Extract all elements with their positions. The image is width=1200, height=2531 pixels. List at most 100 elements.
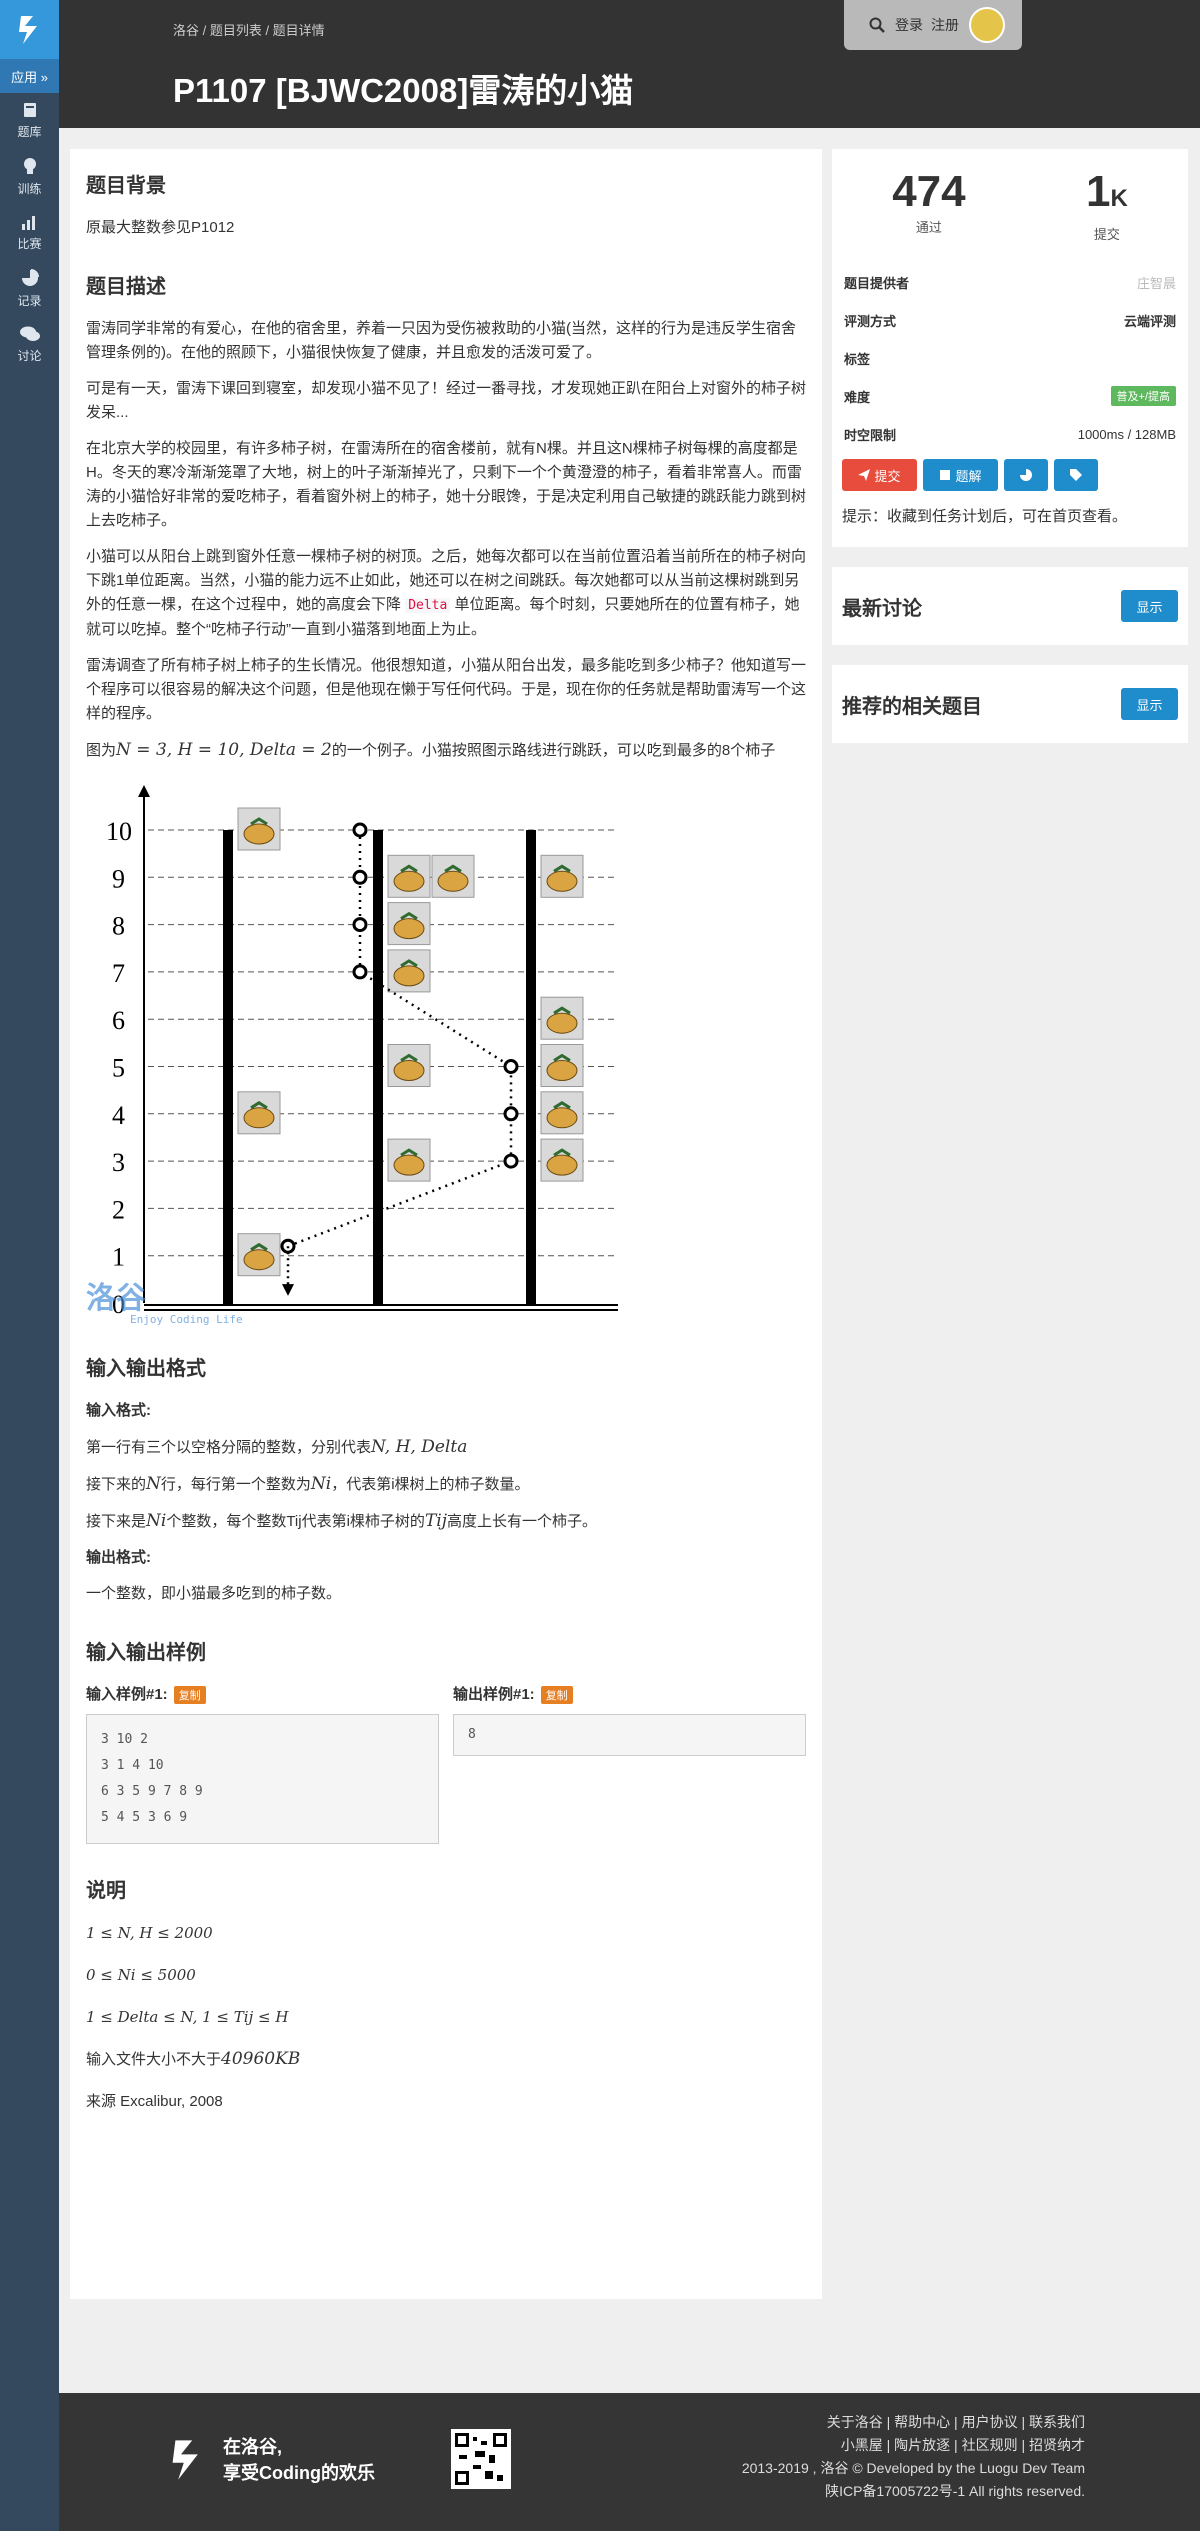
passed-label: 通过	[915, 220, 942, 235]
sidebar-item-label: 题库	[17, 125, 42, 139]
passed-count: 474	[892, 167, 966, 216]
info-row-limit: 时空限制 1000ms / 128MB	[832, 415, 1188, 453]
pie-chart-icon	[21, 269, 39, 286]
description-paragraph: 雷涛同学非常的有爱心，在他的宿舍里，养着一只因为受伤被救助的小猫(当然，这样的行…	[86, 320, 797, 361]
jump-point	[352, 917, 368, 933]
footer-copyright: 2013-2019 , 洛谷 © Developed by the Luogu …	[741, 2460, 1085, 2476]
persimmon	[243, 823, 275, 845]
info-value: 云端评测	[1123, 313, 1176, 329]
login-link[interactable]: 登录	[895, 15, 923, 35]
submit-count-value: 1	[1085, 167, 1111, 216]
math-expr: Ni	[146, 1511, 167, 1531]
footer: 在洛谷, 享受Coding的欢乐 关于洛谷 | 帮助中心 | 用户协议 | 联系我…	[59, 2393, 1200, 2531]
submit-button[interactable]: 提交	[842, 459, 917, 491]
persimmon	[437, 870, 469, 892]
search-icon[interactable]	[869, 17, 885, 33]
persimmon	[243, 1107, 275, 1129]
math-expr: Tij	[424, 1511, 447, 1531]
description-paragraph: 雷涛调查了所有柿子树上柿子的生长情况。他很想知道，小猫从阳台出发，最多能吃到多少…	[86, 657, 807, 722]
persimmon	[546, 1012, 578, 1034]
persimmon	[546, 1154, 578, 1176]
sidebar-item-contests[interactable]: 比赛	[0, 205, 59, 261]
app-menu-label: 应用 »	[11, 69, 48, 85]
problem-content: 题目背景 原最大整数参见P1012 题目描述 雷涛同学非常的有爱心，在他的宿舍里…	[70, 149, 822, 2299]
background-text: 原最大整数参见P1012	[86, 219, 235, 236]
sidebar: 应用 » 题库 训练 比赛 记录 讨论	[0, 0, 59, 2531]
description-paragraph: 在北京大学的校园里，有许多柿子树，在雷涛所在的宿舍楼前，就有N棵。并且这N棵柿子…	[86, 440, 807, 529]
section-title-background: 题目背景	[86, 175, 166, 197]
sample-output-code[interactable]: 8	[453, 1714, 806, 1756]
tick-label: 2	[112, 1195, 125, 1224]
note-line: 1 ≤ Delta ≤ N, 1 ≤ Tij ≤ H	[86, 2008, 289, 2026]
sidebar-item-training[interactable]: 训练	[0, 149, 59, 205]
submit-label: 提交	[1093, 227, 1120, 242]
tick-label: 7	[112, 959, 125, 988]
persimmon	[546, 1107, 578, 1129]
pie-chart-icon	[1020, 469, 1032, 481]
text-span: 图为	[86, 742, 117, 759]
jump-point	[503, 1106, 519, 1122]
sidebar-item-discuss[interactable]: 讨论	[0, 317, 59, 373]
tick-label: 9	[112, 864, 125, 893]
text-span: 行，每行第一个整数为	[160, 1476, 311, 1493]
persimmon	[393, 918, 425, 940]
footer-logo: 在洛谷, 享受Coding的欢乐	[167, 2431, 375, 2489]
tag-icon	[1070, 469, 1082, 481]
register-link[interactable]: 注册	[931, 15, 959, 35]
sample-input-code[interactable]: 3 10 2 3 1 4 10 6 3 5 9 7 8 9 5 4 5 3 6 …	[86, 1714, 439, 1844]
source-line: 来源 Excalibur, 2008	[86, 2093, 223, 2110]
sidebar-item-problems[interactable]: 题库	[0, 93, 59, 149]
persimmon	[393, 965, 425, 987]
provider-link[interactable]: 庄智晨	[1137, 273, 1176, 292]
tree-trunk	[526, 830, 536, 1305]
jump-point	[503, 1153, 519, 1169]
section-title-notes: 说明	[86, 1880, 126, 1902]
submit-stat: 1K 提交	[1086, 167, 1128, 243]
text-span: 接下来是	[86, 1513, 147, 1530]
avatar[interactable]	[969, 7, 1005, 43]
related-title: 推荐的相关题目	[842, 695, 982, 718]
app-menu-toggle[interactable]: 应用 »	[0, 59, 59, 93]
tick-label: 1	[112, 1243, 125, 1272]
info-key: 时空限制	[844, 427, 897, 443]
show-related-button[interactable]: 显示	[1121, 688, 1178, 720]
description-paragraph: 可是有一天，雷涛下课回到寝室，却发现小猫不见了！经过一番寻找，才发现她正趴在阳台…	[86, 380, 807, 421]
math-expr: N	[146, 1474, 161, 1494]
y-axis-arrow	[138, 785, 150, 797]
math-expr: N = 3, H = 10, Delta = 2	[116, 740, 332, 760]
output-line-1: 一个整数，即小猫最多吃到的柿子数。	[86, 1585, 342, 1602]
persimmon	[243, 1249, 275, 1271]
section-title-samples: 输入输出样例	[86, 1642, 206, 1664]
solution-button-label: 题解	[955, 468, 982, 484]
sample-output: 输出样例#1: 复制 8	[453, 1683, 806, 1844]
sidebar-item-records[interactable]: 记录	[0, 261, 59, 317]
copy-output-button[interactable]: 复制	[540, 1686, 573, 1704]
submit-count: 1K	[1086, 167, 1128, 224]
submit-button-label: 提交	[874, 468, 901, 484]
tick-label: 6	[112, 1006, 125, 1035]
show-discussion-button[interactable]: 显示	[1121, 590, 1178, 622]
jump-point	[352, 869, 368, 885]
text-span: 的一个例子。小猫按照图示路线进行跳跃，可以吃到最多的8个柿子	[331, 742, 776, 759]
text-span: 高度上长有一个柿子。	[446, 1513, 597, 1530]
breadcrumb[interactable]: 洛谷 / 题目列表 / 题目详情	[173, 20, 325, 39]
luogu-logo-icon[interactable]	[0, 0, 59, 59]
copy-input-button[interactable]: 复制	[173, 1686, 206, 1704]
tag-button[interactable]	[1054, 459, 1098, 491]
tree-diagram: 012345678910洛谷Enjoy Coding Life	[86, 785, 618, 1326]
description-paragraph: 图为N = 3, H = 10, Delta = 2的一个例子。小猫按照图示路线…	[86, 738, 806, 763]
book-icon	[940, 470, 951, 480]
text-span: 接下来的	[86, 1476, 147, 1493]
input-line-1: 第一行有三个以空格分隔的整数，分别代表N, H, Delta	[86, 1435, 806, 1460]
stats-button[interactable]	[1004, 459, 1048, 491]
bulb-icon	[23, 158, 36, 174]
footer-links-row1[interactable]: 关于洛谷 | 帮助中心 | 用户协议 | 联系我们	[742, 2411, 1085, 2434]
footer-links-row2[interactable]: 小黑屋 | 陶片放逐 | 社区规则 | 招贤纳才	[742, 2434, 1085, 2457]
text-span: 个整数，每个整数Tij代表第i棵柿子树的	[166, 1513, 425, 1530]
tree-trunk	[223, 830, 233, 1305]
footer-icp[interactable]: 陕ICP备17005722号-1 All rights reserved.	[742, 2480, 1085, 2503]
chat-icon	[19, 326, 40, 341]
page-title: P1107 [BJWC2008]雷涛的小猫	[173, 72, 634, 109]
solution-button[interactable]: 题解	[923, 459, 998, 491]
note-line: 输入文件大小不大于40960KB	[86, 2047, 806, 2072]
